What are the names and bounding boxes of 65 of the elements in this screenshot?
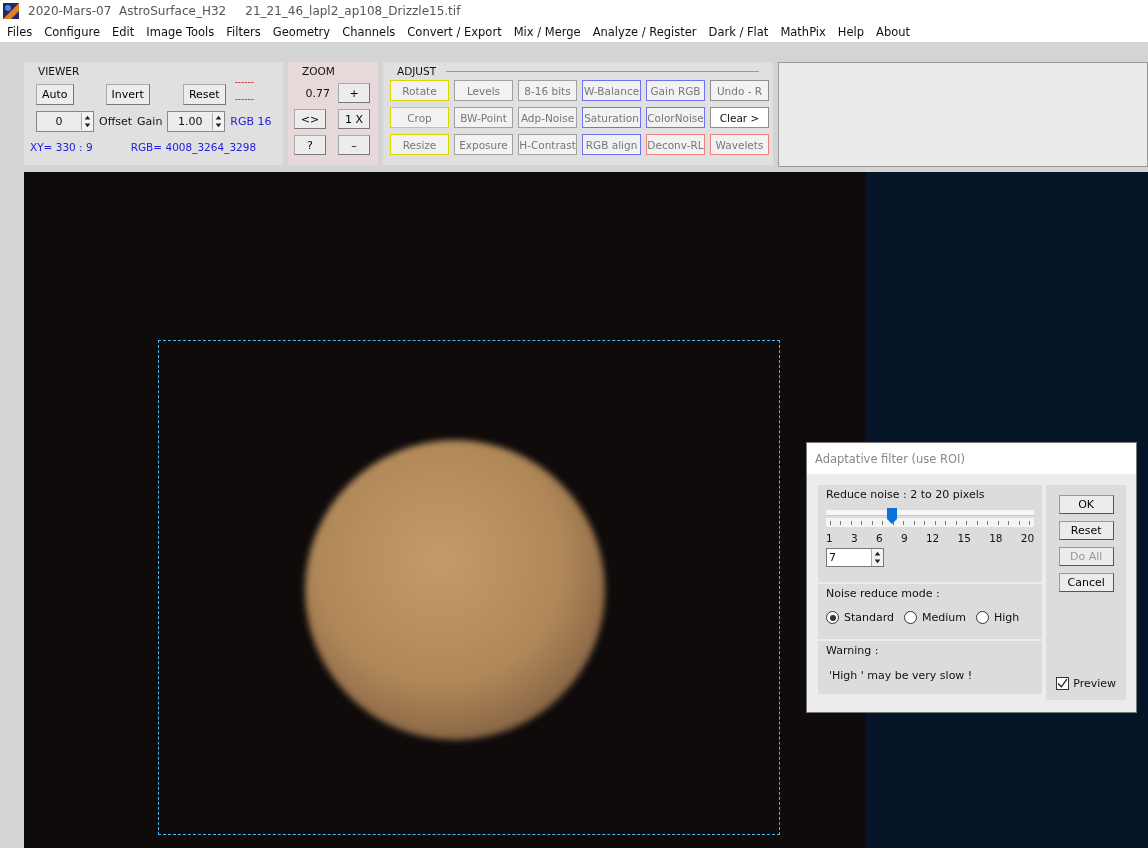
checkmark-icon — [1057, 678, 1069, 689]
dialog-button[interactable]: OK — [1058, 495, 1114, 514]
mode-label: Noise reduce mode : — [826, 587, 940, 600]
scale-label: 3 — [850, 532, 858, 544]
reduce-noise-label: Reduce noise : 2 to 20 pixels — [826, 488, 985, 501]
gain-label: Gain — [137, 115, 163, 128]
mode-radio[interactable]: Medium — [904, 611, 967, 624]
spin-arrows-icon[interactable] — [871, 549, 883, 566]
menu-item[interactable]: Edit — [106, 24, 141, 39]
scale-label: 6 — [875, 532, 883, 544]
zoom-button[interactable]: <> — [294, 109, 326, 129]
scale-label: 15 — [957, 532, 971, 544]
noise-slider[interactable] — [826, 507, 1035, 529]
menu-item[interactable]: Help — [831, 24, 871, 39]
viewer-button[interactable]: Auto — [36, 83, 74, 105]
radius-spinbox[interactable]: 7 — [826, 548, 884, 567]
status-dashes: ------ — [234, 93, 255, 106]
zoom-button[interactable]: – — [338, 135, 370, 155]
scale-label: 18 — [989, 532, 1003, 544]
mode-radio[interactable]: Standard — [826, 611, 895, 624]
bit-depth-label: RGB 16 — [230, 115, 272, 128]
menu-item[interactable]: Image Tools — [140, 24, 221, 39]
menu-item[interactable]: Dark / Flat — [702, 24, 775, 39]
menu-item[interactable]: Convert / Export — [401, 24, 508, 39]
menu-item[interactable]: Files — [1, 24, 39, 39]
pixel-rgb-value: RGB= 4008_3264_3298 — [130, 141, 257, 153]
adjust-button[interactable]: Clear > — [710, 107, 769, 128]
group-title: ZOOM — [301, 65, 335, 77]
offset-label: Offset — [99, 115, 133, 128]
status-dashes: ------ — [234, 76, 255, 89]
dialog-title: Adaptative filter (use ROI) — [807, 443, 1136, 474]
dialog-button[interactable]: Reset — [1058, 521, 1114, 540]
warning-label: Warning : — [826, 644, 880, 657]
zoom-button[interactable]: + — [338, 83, 370, 103]
menu-item[interactable]: Geometry — [266, 24, 337, 39]
scale-label: 12 — [925, 532, 940, 544]
menu-item[interactable]: Filters — [220, 24, 267, 39]
viewer-button[interactable]: Invert — [105, 83, 150, 105]
menu-item[interactable]: Configure — [38, 24, 106, 39]
zoom-value: 0.77 — [304, 86, 330, 100]
menu-item[interactable]: About — [870, 24, 917, 39]
menu-item[interactable]: MathPix — [774, 24, 832, 39]
viewer-button[interactable]: Reset — [182, 83, 226, 105]
zoom-button[interactable]: 1 X — [338, 109, 370, 129]
app-logo-icon — [3, 2, 19, 19]
group-title: ADJUST — [396, 65, 437, 77]
dialog-button[interactable]: Cancel — [1058, 573, 1114, 592]
menu-item[interactable]: Analyze / Register — [586, 24, 703, 39]
scale-label: 1 — [826, 532, 833, 544]
spin-arrows-icon[interactable] — [212, 113, 225, 130]
cursor-position: XY= 330 : 9 — [30, 141, 93, 153]
menu-item[interactable]: Mix / Merge — [507, 24, 587, 39]
spin-arrows-icon[interactable] — [81, 113, 93, 130]
scale-label: 20 — [1020, 532, 1035, 544]
warning-message: 'High ' may be very slow ! — [828, 669, 974, 682]
gain-spinbox[interactable]: 1.00 — [167, 111, 226, 132]
zoom-button[interactable]: ? — [294, 135, 326, 155]
group-title: VIEWER — [37, 65, 80, 77]
offset-spinbox[interactable]: 0 — [36, 111, 94, 132]
menu-item[interactable]: Channels — [336, 24, 402, 39]
window-title: 2020-Mars-07 AstroSurface_H32 21_21_46_lapl2_ap108_Drizzle15.tif — [28, 3, 461, 18]
slider-thumb[interactable] — [886, 508, 897, 524]
preview-checkbox[interactable]: Preview — [1056, 677, 1117, 690]
mode-radio[interactable]: High — [976, 611, 1020, 624]
scale-label: 9 — [900, 532, 908, 544]
